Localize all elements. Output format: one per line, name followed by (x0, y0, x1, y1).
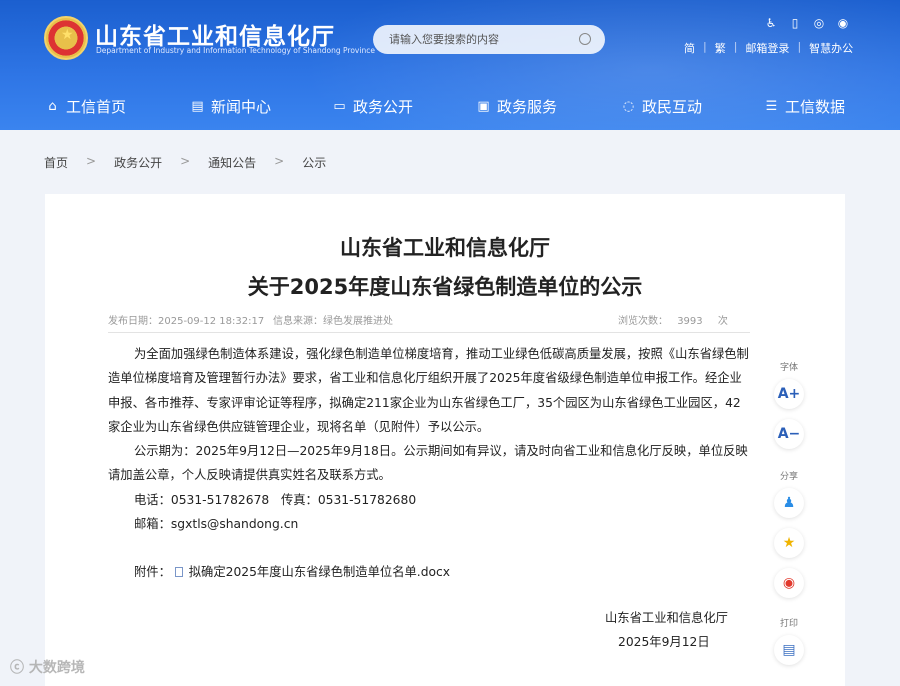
weibo-share-icon[interactable]: ◉ (774, 568, 804, 598)
mobile-icon[interactable]: ▯ (788, 16, 802, 30)
national-emblem-icon: ★ (44, 16, 88, 60)
nav-label: 新闻中心 (211, 98, 272, 116)
paragraph-2: 公示期为：2025年9月12日—2025年9月18日。公示期间如有异议，请及时向… (108, 444, 748, 483)
source-meta: 信息来源：绿色发展推进处 (273, 312, 393, 327)
attachment-row: 附件： 拟确定2025年度山东省绿色制造单位名单.docx (108, 560, 750, 584)
nav-label: 政务公开 (353, 98, 414, 116)
paragraph-1: 为全面加强绿色制造体系建设，强化绿色制造单位梯度培育，推动工业绿色低碳高质量发展… (108, 347, 749, 434)
font-decrease-button[interactable]: A− (774, 419, 804, 449)
breadcrumb: 首页 > 政务公开 > 通知公告 > 公示 (44, 154, 344, 171)
publish-label: 发布日期： (108, 316, 158, 327)
views-label: 浏览次数： (618, 316, 668, 327)
separator: | (703, 40, 707, 53)
qzone-share-icon[interactable]: ★ (774, 528, 804, 558)
search-box (373, 25, 605, 54)
source-label: 信息来源： (273, 316, 323, 327)
email-login-link[interactable]: 邮箱登录 (745, 40, 789, 56)
publish-date: 2025-09-12 18:32:17 (158, 316, 265, 327)
nav-news[interactable]: ▤ 新闻中心 (190, 96, 271, 117)
article-title-line1: 山东省工业和信息化厅 (340, 236, 550, 260)
meta-divider (108, 332, 750, 333)
home-icon: ⌂ (48, 99, 57, 114)
attachment-link[interactable]: 拟确定2025年度山东省绿色制造单位名单.docx (189, 565, 450, 579)
contact-phone: 电话：0531-51782678 传真：0531-51782680 (134, 492, 417, 507)
database-icon: ☰ (765, 99, 778, 114)
search-input[interactable] (389, 30, 569, 49)
article-tools: 字体 A+ A− 分享 ♟ ★ ◉ 打印 ▤ (772, 360, 806, 665)
font-label: 字体 (779, 363, 798, 373)
breadcrumb-affairs[interactable]: 政务公开 (114, 154, 162, 171)
breadcrumb-notices[interactable]: 通知公告 (208, 154, 256, 171)
smart-office-link[interactable]: 智慧办公 (809, 40, 853, 56)
breadcrumb-home[interactable]: 首页 (44, 154, 68, 171)
wechat-icon[interactable]: ◎ (812, 16, 826, 30)
signature-date: 2025年9月12日 (618, 635, 710, 649)
top-icon-bar: ♿ ▯ ◎ ◉ (764, 16, 850, 30)
font-increase-button[interactable]: A+ (774, 379, 804, 409)
breadcrumb-separator: > (274, 154, 285, 168)
monitor-icon: ▭ (333, 99, 346, 114)
share-label: 分享 (779, 472, 798, 482)
service-icon: ▣ (477, 99, 490, 114)
document-icon (174, 567, 183, 578)
source-value: 绿色发展推进处 (323, 316, 393, 327)
nav-label: 政民互动 (642, 98, 703, 116)
qq-share-icon[interactable]: ♟ (774, 488, 804, 518)
site-subtitle: Department of Industry and Information T… (96, 46, 375, 55)
print-label: 打印 (779, 619, 798, 629)
simplified-link[interactable]: 简 (684, 40, 695, 56)
news-icon: ▤ (191, 99, 204, 114)
nav-data[interactable]: ☰ 工信数据 (764, 96, 845, 117)
nav-label: 政务服务 (497, 98, 558, 116)
nav-affairs[interactable]: ▭ 政务公开 (332, 96, 413, 117)
main-nav: ⌂ 工信首页 ▤ 新闻中心 ▭ 政务公开 ▣ 政务服务 ◌ 政民互动 ☰ 工信数… (40, 96, 860, 118)
article-card: 山东省工业和信息化厅 关于2025年度山东省绿色制造单位的公示 发布日期：202… (45, 194, 845, 686)
print-icon[interactable]: ▤ (774, 635, 804, 665)
views-meta: 浏览次数： 3993 次 (618, 312, 728, 327)
article-body: 为全面加强绿色制造体系建设，强化绿色制造单位梯度培育，推动工业绿色低碳高质量发展… (108, 342, 750, 585)
nav-interaction[interactable]: ◌ 政民互动 (621, 96, 702, 117)
search-icon[interactable] (579, 33, 591, 45)
accessibility-icon[interactable]: ♿ (764, 16, 778, 30)
views-unit: 次 (717, 316, 728, 327)
watermark-logo: ⓒ 大数跨境 (10, 660, 85, 676)
contact-email: 邮箱：sgxtls@shandong.cn (134, 517, 299, 532)
site-header: ★ 山东省工业和信息化厅 Department of Industry and … (0, 0, 900, 130)
top-links: 简 | 繁 | 邮箱登录 | 智慧办公 (684, 40, 853, 56)
weibo-icon[interactable]: ◉ (836, 16, 850, 30)
publish-meta: 发布日期：2025-09-12 18:32:17 (108, 312, 264, 327)
separator: | (797, 40, 802, 53)
breadcrumb-separator: > (180, 154, 191, 168)
attachment-label: 附件： (134, 565, 171, 580)
breadcrumb-current[interactable]: 公示 (302, 154, 326, 171)
signature-org: 山东省工业和信息化厅 (605, 611, 728, 625)
nav-services[interactable]: ▣ 政务服务 (476, 96, 557, 117)
chat-icon: ◌ (622, 99, 635, 114)
article-title-line2: 关于2025年度山东省绿色制造单位的公示 (247, 275, 643, 299)
views-count: 3993 (677, 316, 703, 327)
traditional-link[interactable]: 繁 (715, 40, 726, 56)
breadcrumb-separator: > (86, 154, 97, 168)
separator: | (733, 40, 738, 53)
nav-home[interactable]: ⌂ 工信首页 (45, 96, 126, 117)
nav-label: 工信数据 (785, 98, 846, 116)
nav-label: 工信首页 (66, 98, 127, 116)
